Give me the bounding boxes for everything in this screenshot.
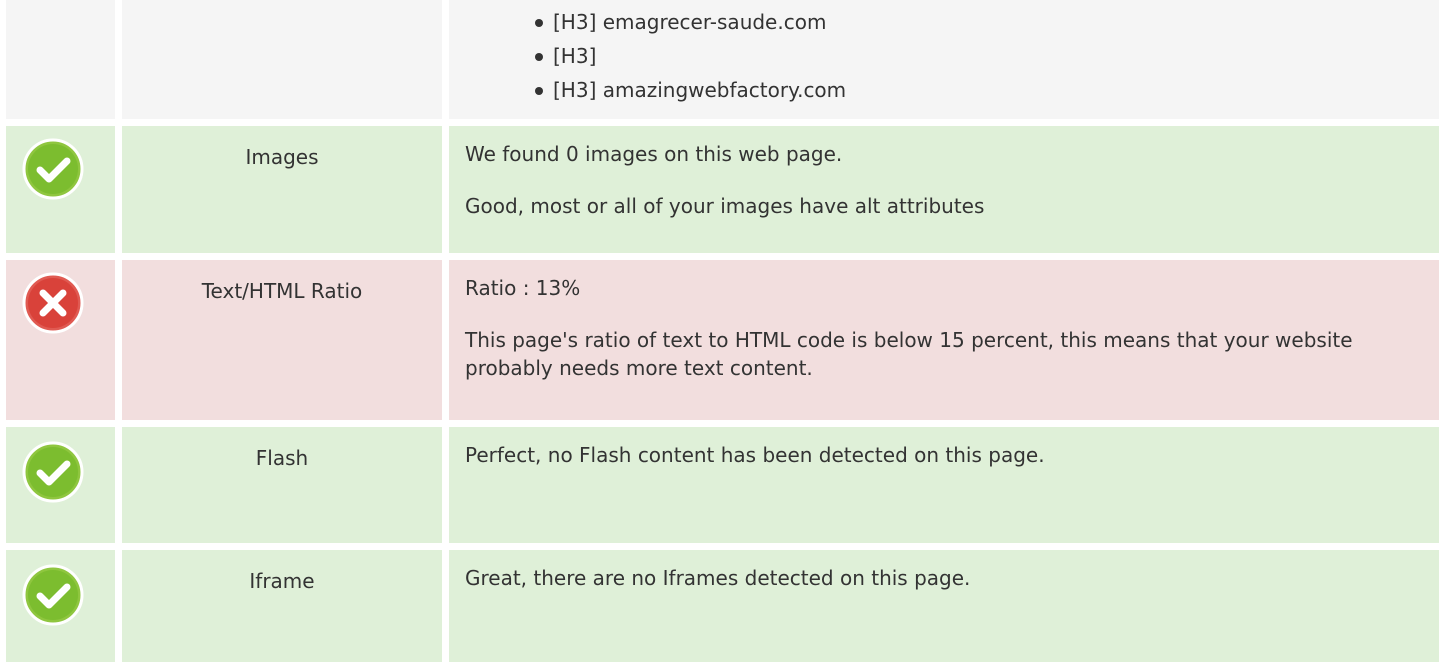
h3-heading-list: [H3] emagrecer-saude.com [H3] [H3] amazi…: [449, 5, 1439, 107]
flash-check-row: Flash Perfect, no Flash content has been…: [0, 427, 1446, 543]
check-icon: [22, 564, 84, 626]
check-detail: Perfect, no Flash content has been detec…: [465, 443, 1045, 467]
ratio-label-cell: Text/HTML Ratio: [122, 260, 442, 420]
check-detail: We found 0 images on this web page.: [465, 142, 843, 166]
list-item: [H3] amazingwebfactory.com: [535, 73, 1439, 107]
check-detail: This page's ratio of text to HTML code i…: [465, 328, 1353, 380]
check-icon: [22, 441, 84, 503]
images-check-row: Images We found 0 images on this web pag…: [0, 126, 1446, 253]
iframe-label-cell: Iframe: [122, 550, 442, 662]
list-item: [H3]: [535, 39, 1439, 73]
check-detail: Good, most or all of your images have al…: [465, 194, 985, 218]
check-detail: Great, there are no Iframes detected on …: [465, 566, 971, 590]
headings-icon-cell: [6, 0, 115, 119]
headings-desc-cell: [H3] emagrecer-saude.com [H3] [H3] amazi…: [449, 0, 1439, 119]
check-label: Iframe: [249, 569, 315, 593]
check-label: Text/HTML Ratio: [201, 279, 363, 303]
images-icon-cell: [6, 126, 115, 253]
flash-icon-cell: [6, 427, 115, 543]
headings-row: [H3] emagrecer-saude.com [H3] [H3] amazi…: [0, 0, 1446, 119]
check-icon: [22, 138, 84, 200]
text-html-ratio-check-row: Text/HTML Ratio Ratio : 13% This page's …: [0, 260, 1446, 420]
cross-icon: [22, 272, 84, 334]
iframe-desc-cell: Great, there are no Iframes detected on …: [449, 550, 1439, 662]
check-label: Images: [245, 145, 319, 169]
ratio-desc-cell: Ratio : 13% This page's ratio of text to…: [449, 260, 1439, 420]
ratio-icon-cell: [6, 260, 115, 420]
iframe-icon-cell: [6, 550, 115, 662]
list-item: [H3] emagrecer-saude.com: [535, 5, 1439, 39]
iframe-check-row: Iframe Great, there are no Iframes detec…: [0, 550, 1446, 662]
headings-label-cell: [122, 0, 442, 119]
images-desc-cell: We found 0 images on this web page. Good…: [449, 126, 1439, 253]
check-detail: Ratio : 13%: [465, 276, 581, 300]
images-label-cell: Images: [122, 126, 442, 253]
flash-label-cell: Flash: [122, 427, 442, 543]
seo-report: [H3] emagrecer-saude.com [H3] [H3] amazi…: [0, 0, 1446, 662]
check-label: Flash: [255, 446, 309, 470]
flash-desc-cell: Perfect, no Flash content has been detec…: [449, 427, 1439, 543]
